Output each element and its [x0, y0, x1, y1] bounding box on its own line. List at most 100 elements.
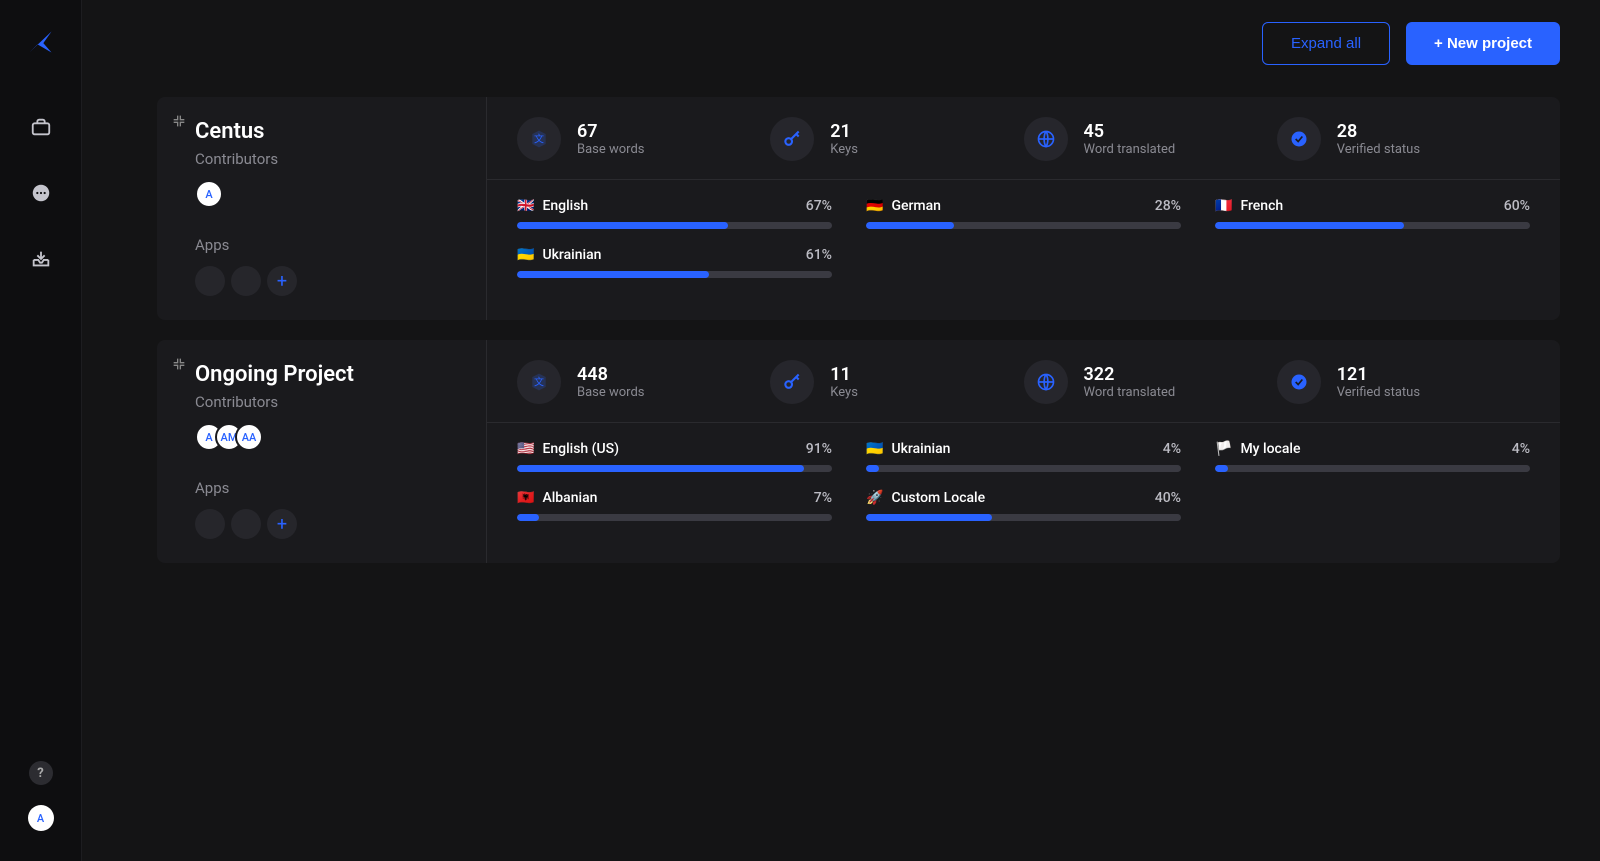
language-name: French [1240, 198, 1283, 214]
language-name: English (US) [542, 441, 619, 457]
app-slot[interactable] [231, 509, 261, 539]
avatar[interactable]: A [195, 180, 223, 208]
language-item[interactable]: 🇺🇦 Ukrainian 4% [866, 441, 1181, 472]
project-stats: 文 67Base words 21Keys 45Word translated … [487, 97, 1560, 320]
sidebar: ? A [0, 0, 82, 861]
progress-bar [866, 514, 1181, 521]
header: Expand all + New project [82, 0, 1600, 87]
language-name: Ukrainian [542, 247, 601, 263]
flag-icon: 🇬🇧 [517, 199, 534, 213]
contributors-label: Contributors [195, 393, 458, 411]
project-info: Centus Contributors A Apps + [157, 97, 487, 320]
stat-verified: 121Verified status [1277, 360, 1530, 404]
language-percent: 4% [1163, 441, 1181, 457]
language-item[interactable]: 🇦🇱 Albanian 7% [517, 490, 832, 521]
language-percent: 40% [1155, 490, 1181, 506]
progress-bar [517, 222, 832, 229]
globe-icon [1024, 360, 1068, 404]
flag-icon: 🇺🇸 [517, 442, 534, 456]
app-slot[interactable] [195, 509, 225, 539]
briefcase-icon[interactable] [28, 114, 54, 140]
apps-label: Apps [195, 236, 458, 254]
language-name: My locale [1240, 441, 1300, 457]
flag-icon: 🇩🇪 [866, 199, 883, 213]
help-icon[interactable]: ? [29, 761, 53, 785]
expand-all-button[interactable]: Expand all [1262, 22, 1390, 65]
progress-bar [1215, 222, 1530, 229]
stat-base-words: 文 448Base words [517, 360, 770, 404]
progress-bar [517, 514, 832, 521]
chat-icon[interactable] [28, 180, 54, 206]
language-percent: 61% [806, 247, 832, 263]
language-item[interactable]: 🏳️ My locale 4% [1215, 441, 1530, 472]
apps-label: Apps [195, 479, 458, 497]
contributors-label: Contributors [195, 150, 458, 168]
stat-keys: 21Keys [770, 117, 1023, 161]
stat-base-words: 文 67Base words [517, 117, 770, 161]
language-percent: 4% [1512, 441, 1530, 457]
project-card: Centus Contributors A Apps + 文 67Base wo… [157, 97, 1560, 320]
flag-icon: 🇦🇱 [517, 491, 534, 505]
language-item[interactable]: 🇺🇸 English (US) 91% [517, 441, 832, 472]
language-item[interactable]: 🇩🇪 German 28% [866, 198, 1181, 229]
language-percent: 67% [806, 198, 832, 214]
check-circle-icon [1277, 360, 1321, 404]
language-percent: 7% [814, 490, 832, 506]
key-icon [770, 360, 814, 404]
project-title: Ongoing Project [195, 362, 458, 387]
language-name: Albanian [542, 490, 597, 506]
stat-word-translated: 322Word translated [1024, 360, 1277, 404]
key-icon [770, 117, 814, 161]
inbox-icon[interactable] [28, 246, 54, 272]
apps-row: + [195, 266, 458, 296]
main: Expand all + New project Centus Contribu… [82, 0, 1600, 861]
app-slot[interactable] [195, 266, 225, 296]
progress-bar [517, 271, 832, 278]
translate-icon: 文 [517, 360, 561, 404]
user-avatar[interactable]: A [28, 805, 54, 831]
progress-bar [866, 465, 1181, 472]
logo-icon[interactable] [27, 28, 55, 60]
flag-icon: 🇺🇦 [517, 248, 534, 262]
project-card: Ongoing Project Contributors A AM AA App… [157, 340, 1560, 563]
svg-text:文: 文 [534, 375, 544, 388]
translate-icon: 文 [517, 117, 561, 161]
flag-icon: 🇺🇦 [866, 442, 883, 456]
project-title: Centus [195, 119, 458, 144]
contributor-avatars: A AM AA [195, 423, 458, 451]
language-name: Ukrainian [891, 441, 950, 457]
project-info: Ongoing Project Contributors A AM AA App… [157, 340, 487, 563]
globe-icon [1024, 117, 1068, 161]
language-item[interactable]: 🇬🇧English67% [517, 198, 832, 229]
stat-keys: 11Keys [770, 360, 1023, 404]
add-app-button[interactable]: + [267, 266, 297, 296]
flag-icon: 🏳️ [1215, 442, 1232, 456]
language-name: German [891, 198, 941, 214]
stat-word-translated: 45Word translated [1024, 117, 1277, 161]
language-item[interactable]: 🇺🇦 Ukrainian 61% [517, 247, 832, 278]
language-percent: 60% [1504, 198, 1530, 214]
progress-bar [866, 222, 1181, 229]
progress-bar [517, 465, 832, 472]
check-circle-icon [1277, 117, 1321, 161]
contributor-avatars: A [195, 180, 458, 208]
progress-bar [1215, 465, 1530, 472]
language-item[interactable]: 🚀 Custom Locale 40% [866, 490, 1181, 521]
avatar[interactable]: AA [235, 423, 263, 451]
svg-text:文: 文 [534, 132, 544, 145]
collapse-icon[interactable] [171, 356, 187, 376]
flag-icon: 🇫🇷 [1215, 199, 1232, 213]
language-item[interactable]: 🇫🇷 French 60% [1215, 198, 1530, 229]
language-percent: 91% [806, 441, 832, 457]
apps-row: + [195, 509, 458, 539]
project-list: Centus Contributors A Apps + 文 67Base wo… [82, 87, 1600, 563]
language-percent: 28% [1155, 198, 1181, 214]
stat-verified: 28Verified status [1277, 117, 1530, 161]
app-slot[interactable] [231, 266, 261, 296]
add-app-button[interactable]: + [267, 509, 297, 539]
collapse-icon[interactable] [171, 113, 187, 133]
new-project-button[interactable]: + New project [1406, 22, 1560, 65]
flag-icon: 🚀 [866, 491, 883, 505]
project-stats: 文 448Base words 11Keys 322Word translate… [487, 340, 1560, 563]
language-name: Custom Locale [891, 490, 985, 506]
